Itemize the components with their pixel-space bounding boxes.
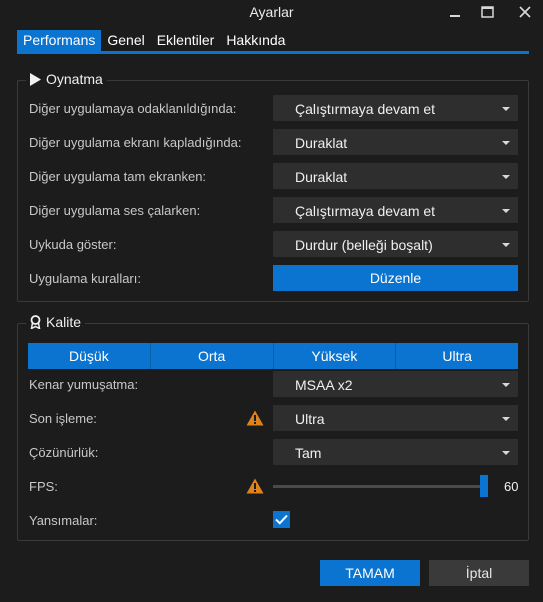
fullscreen-label: Diğer uygulama tam ekranken: (29, 169, 207, 184)
minimize-icon (450, 15, 460, 17)
preset-high-button[interactable]: Yüksek (272, 343, 396, 369)
playback-title: Oynatma (46, 71, 103, 87)
audio-value: Çalıştırmaya devam et (295, 203, 436, 219)
fps-value: 60 (504, 479, 519, 494)
sleep-row: Uykuda göster: Durdur (belleği boşalt) (18, 231, 528, 257)
chevron-down-icon (502, 451, 510, 455)
warning-icon (246, 410, 264, 426)
antialias-value: MSAA x2 (295, 377, 353, 393)
reflections-label: Yansımalar: (29, 513, 98, 528)
tab-underline (17, 51, 529, 54)
fullscreen-dropdown[interactable]: Duraklat (273, 163, 518, 189)
ok-button[interactable]: TAMAM (320, 560, 420, 586)
fullscreen-value: Duraklat (295, 169, 348, 185)
tab-genel[interactable]: Genel (101, 30, 150, 52)
fps-slider[interactable]: 60 (273, 473, 518, 499)
playback-legend: Oynatma (26, 71, 107, 87)
tab-eklentiler[interactable]: Eklentiler (151, 30, 221, 52)
cancel-button[interactable]: İptal (429, 560, 529, 586)
quality-title: Kalite (46, 314, 82, 330)
postprocess-label: Son işleme: (29, 411, 97, 426)
fps-label: FPS: (29, 479, 58, 494)
maximize-button[interactable] (472, 0, 502, 24)
cover-value: Duraklat (295, 135, 348, 151)
focus-value: Çalıştırmaya devam et (295, 101, 436, 117)
chevron-down-icon (502, 417, 510, 421)
close-icon (519, 6, 531, 18)
tab-hakkinda[interactable]: Hakkında (220, 30, 291, 52)
quality-group: Kalite Düşük Orta Yüksek Ultra Kenar yum… (17, 314, 529, 541)
preset-ultra-button[interactable]: Ultra (395, 343, 518, 369)
resolution-value: Tam (295, 445, 322, 461)
antialias-dropdown[interactable]: MSAA x2 (273, 371, 518, 397)
award-icon (30, 315, 41, 329)
edit-rules-button[interactable]: Düzenle (273, 265, 518, 291)
reflections-row: Yansımalar: (18, 507, 528, 533)
fps-row: FPS: 60 (18, 473, 528, 499)
minimize-button[interactable] (440, 0, 470, 24)
reflections-checkbox[interactable] (273, 511, 290, 528)
preset-medium-button[interactable]: Orta (149, 343, 273, 369)
tab-performans[interactable]: Performans (17, 30, 102, 52)
audio-label: Diğer uygulama ses çalarken: (29, 203, 201, 218)
resolution-row: Çözünürlük: Tam (18, 439, 528, 465)
antialias-label: Kenar yumuşatma: (29, 377, 139, 392)
sleep-value: Durdur (belleği boşalt) (295, 237, 433, 253)
title-bar: Ayarlar (0, 0, 543, 24)
fps-slider-track (273, 485, 486, 488)
fullscreen-row: Diğer uygulama tam ekranken: Duraklat (18, 163, 528, 189)
postprocess-row: Son işleme: Ultra (18, 405, 528, 431)
cover-dropdown[interactable]: Duraklat (273, 129, 518, 155)
resolution-label: Çözünürlük: (29, 445, 99, 460)
chevron-down-icon (502, 141, 510, 145)
chevron-down-icon (502, 175, 510, 179)
rules-row: Uygulama kuralları: Düzenle (18, 265, 528, 291)
focus-label: Diğer uygulamaya odaklanıldığında: (29, 101, 237, 116)
checkmark-icon (275, 514, 288, 525)
preset-low-button[interactable]: Düşük (28, 343, 150, 369)
playback-group: Oynatma Diğer uygulamaya odaklanıldığınd… (17, 71, 529, 302)
quality-preset-bar: Düşük Orta Yüksek Ultra (28, 343, 518, 369)
chevron-down-icon (502, 383, 510, 387)
quality-legend: Kalite (26, 314, 86, 330)
fps-slider-handle[interactable] (480, 475, 488, 497)
audio-dropdown[interactable]: Çalıştırmaya devam et (273, 197, 518, 223)
play-icon (30, 72, 41, 86)
postprocess-dropdown[interactable]: Ultra (273, 405, 518, 431)
chevron-down-icon (502, 209, 510, 213)
postprocess-value: Ultra (295, 411, 325, 427)
warning-icon (246, 478, 264, 494)
close-button[interactable] (510, 0, 540, 24)
maximize-icon (480, 6, 494, 18)
sleep-label: Uykuda göster: (29, 237, 117, 252)
focus-dropdown[interactable]: Çalıştırmaya devam et (273, 95, 518, 121)
rules-label: Uygulama kuralları: (29, 271, 141, 286)
audio-row: Diğer uygulama ses çalarken: Çalıştırmay… (18, 197, 528, 223)
chevron-down-icon (502, 243, 510, 247)
cover-label: Diğer uygulama ekranı kapladığında: (29, 135, 242, 150)
sleep-dropdown[interactable]: Durdur (belleği boşalt) (273, 231, 518, 257)
cover-row: Diğer uygulama ekranı kapladığında: Dura… (18, 129, 528, 155)
focus-row: Diğer uygulamaya odaklanıldığında: Çalış… (18, 95, 528, 121)
chevron-down-icon (502, 107, 510, 111)
antialias-row: Kenar yumuşatma: MSAA x2 (18, 371, 528, 397)
tab-bar: Performans Genel Eklentiler Hakkında (17, 30, 291, 52)
resolution-dropdown[interactable]: Tam (273, 439, 518, 465)
